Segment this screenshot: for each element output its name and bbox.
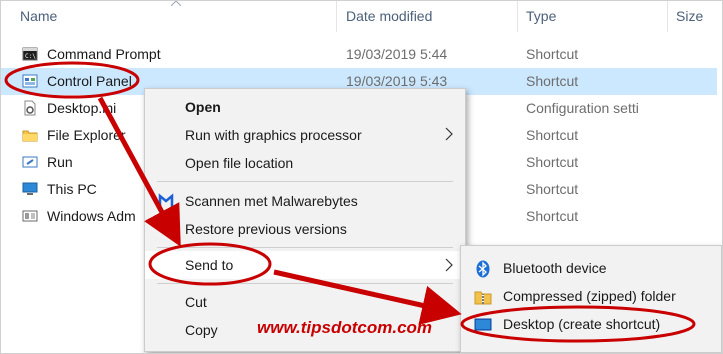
column-divider[interactable] [667,0,668,32]
menu-divider [157,283,453,284]
command-prompt-icon: C:\ [22,47,38,61]
menu-item-cut[interactable]: Cut [145,289,465,315]
submenu-item-desktop-shortcut[interactable]: Desktop (create shortcut) [461,310,721,338]
file-name: Run [47,154,73,170]
menu-item-label: Restore previous versions [185,221,347,237]
file-name: Control Panel [47,73,132,89]
control-panel-icon [22,74,38,88]
column-divider[interactable] [336,0,337,32]
menu-item-label: Open [185,99,221,115]
menu-divider [157,247,453,248]
submenu-item-bluetooth[interactable]: Bluetooth device [461,254,721,282]
column-size[interactable]: Size [676,8,703,24]
submenu-item-label: Bluetooth device [503,260,607,276]
menu-item-label: Scannen met Malwarebytes [185,193,358,209]
menu-item-scan-malwarebytes[interactable]: Scannen met Malwarebytes [145,188,465,214]
watermark-text: www.tipsdotcom.com [257,318,433,337]
menu-item-label: Run with graphics processor [185,127,362,143]
menu-item-label: Open file location [185,155,294,171]
sort-ascending-icon [171,0,181,6]
menu-item-label: Cut [185,294,207,310]
menu-item-open[interactable]: Open [145,94,465,120]
column-divider[interactable] [517,0,518,32]
zip-folder-icon [474,291,492,305]
menu-divider [157,181,453,182]
column-header-bar: Name Date modified Type Size [0,0,717,32]
run-icon [22,156,38,168]
file-type: Shortcut [526,73,579,89]
menu-item-restore-previous-versions[interactable]: Restore previous versions [145,216,465,242]
file-date: 19/03/2019 5:44 [346,46,448,62]
file-name: Command Prompt [47,46,161,62]
file-name: This PC [47,181,97,197]
send-to-submenu: Bluetooth device Compressed (zipped) fol… [460,245,722,353]
file-explorer-icon [22,130,38,142]
file-type: Shortcut [526,208,579,224]
file-name: Desktop.ini [47,100,117,116]
file-type: Shortcut [526,181,579,197]
submenu-item-compressed-folder[interactable]: Compressed (zipped) folder [461,282,721,310]
menu-item-send-to[interactable]: Send to [145,251,465,279]
menu-item-label: Send to [185,257,234,273]
submenu-item-label: Desktop (create shortcut) [503,316,661,332]
file-row-command-prompt[interactable]: C:\ Command Prompt 19/03/2019 5:44 Short… [0,41,717,68]
file-type: Shortcut [526,127,579,143]
settings-file-icon [24,100,36,116]
menu-item-open-file-location[interactable]: Open file location [145,150,465,176]
file-type: Shortcut [526,46,579,62]
file-type: Configuration setti [526,100,639,116]
bluetooth-icon [476,260,490,278]
malwarebytes-icon [158,193,174,207]
file-name: File Explorer [47,127,126,143]
svg-text:C:\: C:\ [25,53,36,60]
file-name: Windows Adm [47,208,136,224]
file-date: 19/03/2019 5:43 [346,73,448,89]
column-name[interactable]: Name [20,8,57,24]
column-type[interactable]: Type [526,8,556,24]
chevron-right-icon [445,258,453,272]
context-menu: Open Run with graphics processor Open fi… [144,88,466,352]
this-pc-icon [22,182,38,195]
windows-admin-icon [22,210,38,222]
column-date-modified[interactable]: Date modified [346,8,432,24]
desktop-icon [474,318,492,331]
menu-item-label: Copy [185,322,218,338]
menu-item-run-with-graphics-processor[interactable]: Run with graphics processor [145,122,465,148]
chevron-right-icon [445,127,453,141]
submenu-item-label: Compressed (zipped) folder [503,288,676,304]
file-type: Shortcut [526,154,579,170]
